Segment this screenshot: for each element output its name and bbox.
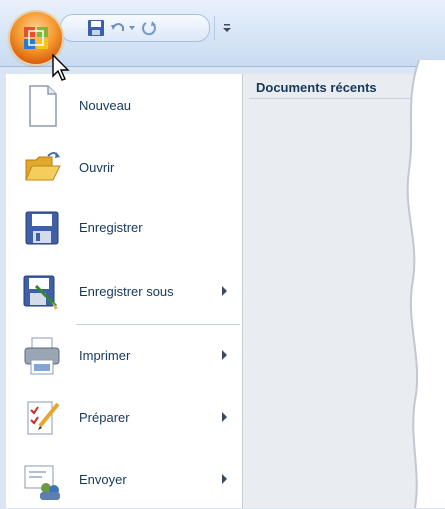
customize-dropdown-icon[interactable] bbox=[220, 18, 234, 38]
menu-item-label: Préparer bbox=[79, 410, 130, 425]
printer-icon bbox=[24, 337, 60, 375]
redo-icon[interactable] bbox=[140, 18, 160, 38]
menu-item-label: Envoyer bbox=[79, 472, 127, 487]
menu-item-new[interactable]: Nouveau bbox=[12, 78, 238, 134]
submenu-arrow-icon bbox=[222, 286, 227, 296]
office-logo-icon bbox=[24, 27, 48, 49]
open-folder-icon bbox=[25, 152, 61, 181]
menu-item-label: Enregistrer bbox=[79, 220, 143, 235]
undo-dropdown-icon[interactable] bbox=[126, 18, 138, 38]
recent-documents-title: Documents récents bbox=[256, 80, 377, 95]
menu-item-save-as[interactable]: Enregistrer sous bbox=[12, 264, 238, 320]
torn-edge bbox=[406, 60, 445, 508]
new-document-icon bbox=[29, 85, 57, 127]
prepare-icon bbox=[27, 401, 60, 435]
menu-item-open[interactable]: Ouvrir bbox=[12, 140, 238, 196]
send-icon bbox=[24, 465, 60, 500]
menu-item-print[interactable]: Imprimer bbox=[12, 328, 238, 384]
quick-access-separator bbox=[214, 16, 215, 40]
menu-divider bbox=[76, 324, 240, 325]
menu-item-save[interactable]: Enregistrer bbox=[12, 200, 238, 256]
menu-item-label: Imprimer bbox=[79, 348, 131, 363]
menu-item-label: Ouvrir bbox=[79, 160, 115, 175]
save-icon[interactable] bbox=[86, 18, 106, 38]
menu-item-prepare[interactable]: Préparer bbox=[12, 390, 238, 446]
menu-item-send[interactable]: Envoyer bbox=[12, 452, 238, 508]
save-icon bbox=[25, 211, 59, 245]
save-as-icon bbox=[23, 275, 58, 310]
menu-item-label: Enregistrer sous bbox=[79, 284, 174, 299]
menu-item-label: Nouveau bbox=[79, 98, 132, 113]
submenu-arrow-icon bbox=[222, 412, 227, 422]
submenu-arrow-icon bbox=[222, 350, 227, 360]
submenu-arrow-icon bbox=[222, 474, 227, 484]
undo-icon[interactable] bbox=[108, 18, 128, 38]
